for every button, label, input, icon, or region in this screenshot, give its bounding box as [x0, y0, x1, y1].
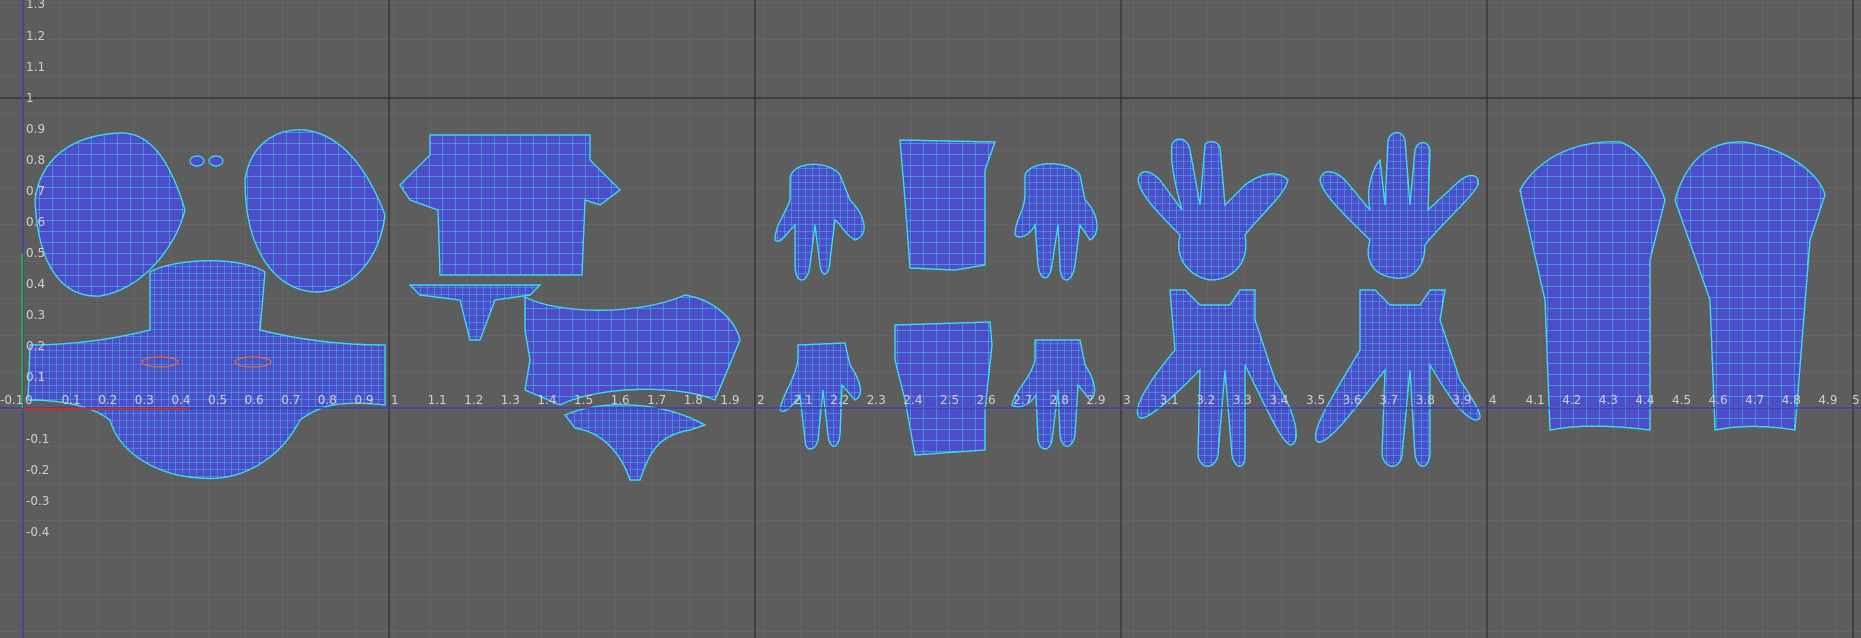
v-tick-label: 0.9: [26, 122, 45, 136]
v-tick-label: 1.3: [26, 0, 45, 11]
u-tick-label: 2.4: [903, 393, 922, 407]
u-tick-label: 4.7: [1745, 393, 1764, 407]
u-tick-label: 1.6: [611, 393, 630, 407]
u-tick-label: 0.5: [208, 393, 227, 407]
u-tick-label: 5: [1852, 393, 1860, 407]
uv-shell-forearm-1[interactable]: [899, 139, 996, 271]
u-tick-label: 3.3: [1233, 393, 1252, 407]
u-tick-label: 0: [25, 393, 33, 407]
u-tick-label: 0.3: [135, 393, 154, 407]
u-tick-label: 0.1: [62, 393, 81, 407]
u-tick-label: 4.4: [1635, 393, 1654, 407]
u-tick-label: 0.2: [98, 393, 117, 407]
uv-shell-eye-right[interactable]: [208, 155, 224, 167]
u-tick-label: 4.6: [1709, 393, 1728, 407]
u-tick-label: 4: [1489, 393, 1497, 407]
u-tick-label: 2.6: [977, 393, 996, 407]
v-tick-label: -0.2: [26, 463, 49, 477]
u-tick-label: 4.2: [1562, 393, 1581, 407]
u-tick-label: 3.7: [1379, 393, 1398, 407]
v-tick-label: 1.2: [26, 29, 45, 43]
u-tick-label: 0.8: [318, 393, 337, 407]
u-tick-label: 0.9: [354, 393, 373, 407]
u-tick-label: 1.3: [501, 393, 520, 407]
v-tick-label: -0.1: [26, 432, 49, 446]
u-tick-label: 2.2: [830, 393, 849, 407]
v-tick-label: -0.4: [26, 525, 49, 539]
uv-shell-torso-lower[interactable]: [524, 294, 741, 406]
u-tick-label: 2.1: [794, 393, 813, 407]
u-tick-label: 4.1: [1526, 393, 1545, 407]
u-tick-label: 4.9: [1818, 393, 1837, 407]
u-tick-label: 0.6: [245, 393, 264, 407]
u-tick-label: 2.3: [867, 393, 886, 407]
u-tick-label: 3.1: [1160, 393, 1179, 407]
u-tick-label: -0.1: [0, 393, 23, 407]
u-tick-label: 4.8: [1782, 393, 1801, 407]
u-tick-label: 1.7: [647, 393, 666, 407]
u-tick-label: 4.5: [1672, 393, 1691, 407]
u-tick-label: 2.7: [1013, 393, 1032, 407]
v-tick-label: 1: [26, 91, 34, 105]
u-tick-label: 0.7: [281, 393, 300, 407]
v-tick-label: 0.8: [26, 153, 45, 167]
v-tick-label: 0.6: [26, 215, 45, 229]
uv-editor-viewport[interactable]: -0.1 0 0.1 0.2 0.3 0.4 0.5 0.6 0.7 0.8 0.9 1 1.1 1.2 1…: [0, 0, 1861, 638]
u-tick-label: 3.2: [1196, 393, 1215, 407]
v-tick-label: -0.3: [26, 494, 49, 508]
u-tick-label: 1: [391, 393, 399, 407]
uv-shell-eye-left[interactable]: [189, 155, 205, 167]
v-tick-label: 0.4: [26, 277, 45, 291]
u-tick-label: 3.9: [1452, 393, 1471, 407]
u-tick-label: 3.5: [1306, 393, 1325, 407]
u-tick-label: 3: [1123, 393, 1131, 407]
v-tick-label: 0.1: [26, 370, 45, 384]
u-tick-label: 3.6: [1343, 393, 1362, 407]
u-tick-label: 1.9: [720, 393, 739, 407]
u-tick-label: 2.9: [1086, 393, 1105, 407]
v-tick-label: 0.5: [26, 246, 45, 260]
u-tick-label: 1.4: [537, 393, 556, 407]
u-tick-label: 3.8: [1416, 393, 1435, 407]
u-tick-label: 0.4: [171, 393, 190, 407]
u-tick-label: 1.1: [428, 393, 447, 407]
u-tick-label: 2: [757, 393, 765, 407]
u-tick-label: 1.8: [684, 393, 703, 407]
v-tick-label: 1.1: [26, 60, 45, 74]
u-tick-label: 2.8: [1050, 393, 1069, 407]
u-tick-label: 1.5: [574, 393, 593, 407]
u-tick-label: 2.5: [940, 393, 959, 407]
u-tick-label: 1.2: [464, 393, 483, 407]
u-tick-label: 4.3: [1599, 393, 1618, 407]
u-tick-label: 3.4: [1269, 393, 1288, 407]
v-tick-label: 0.3: [26, 308, 45, 322]
v-tick-label: 0.2: [26, 339, 45, 353]
v-tick-label: 0.7: [26, 184, 45, 198]
